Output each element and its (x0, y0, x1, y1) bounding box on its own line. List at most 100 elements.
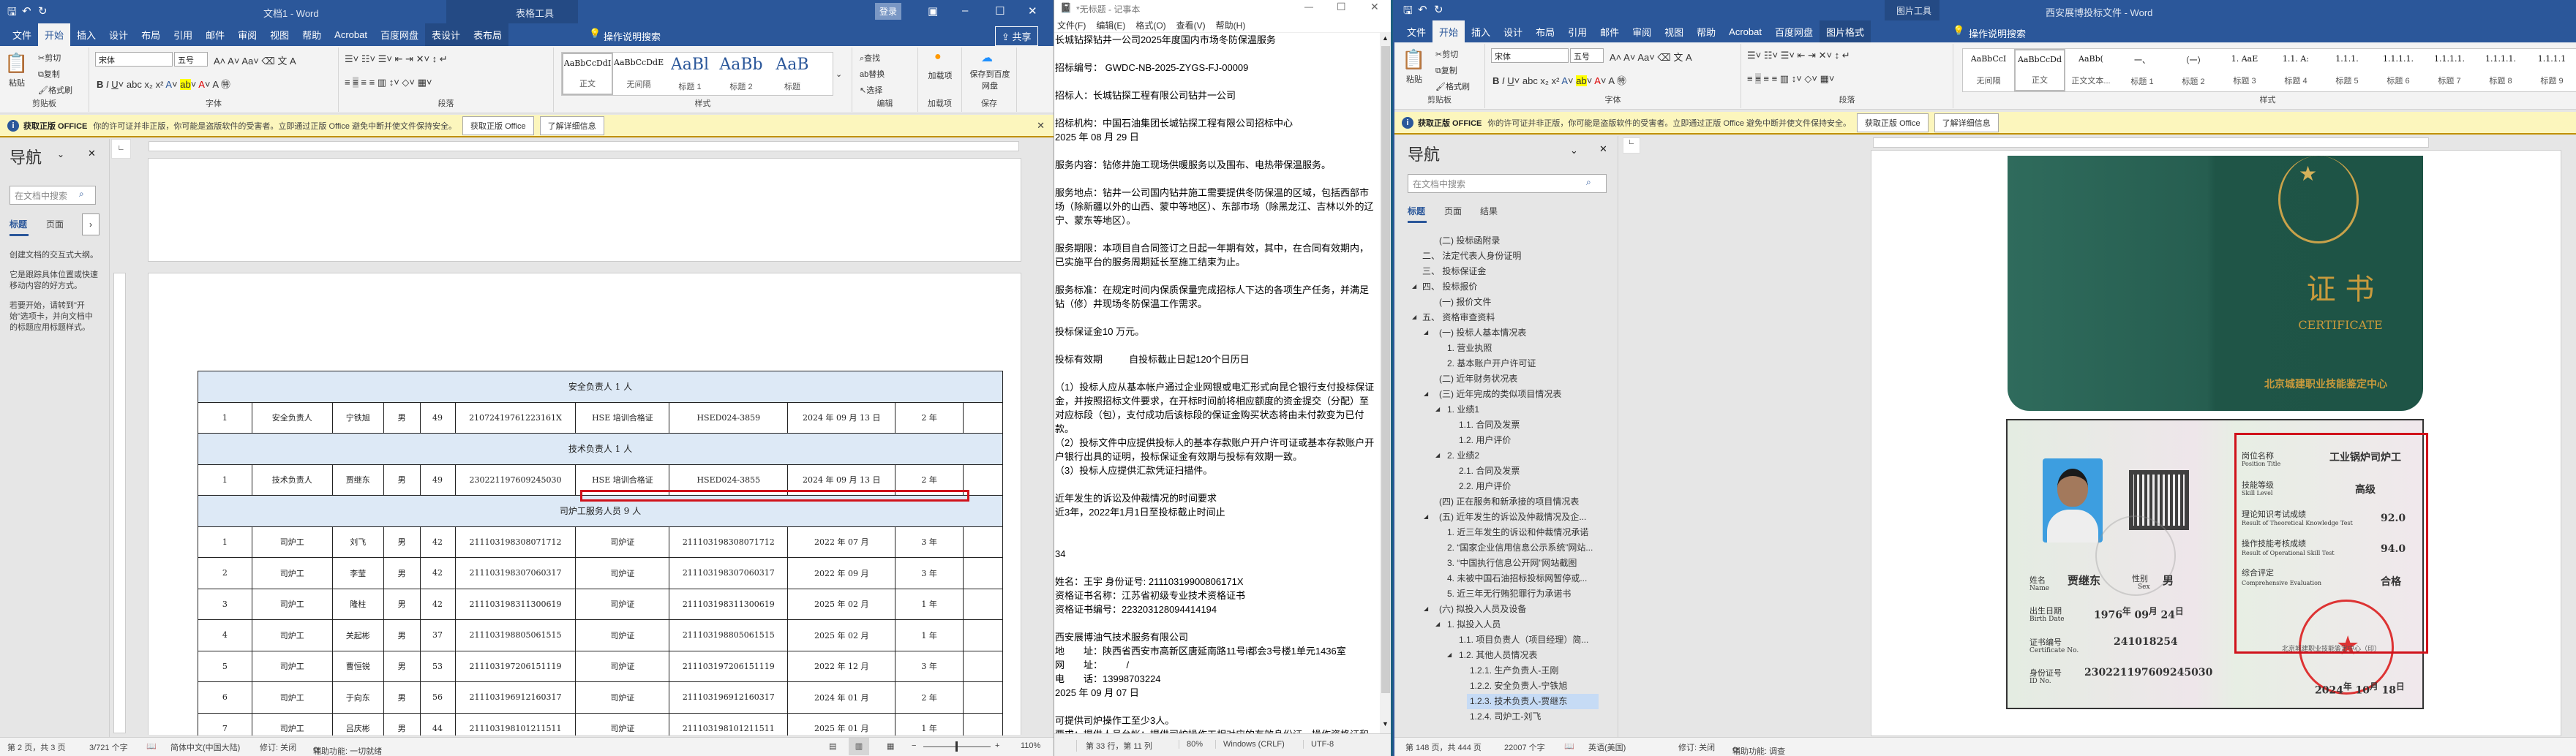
table-cell[interactable]: 42 (419, 557, 456, 589)
share-button[interactable]: ⇪ 共享 (995, 26, 1038, 46)
vertical-scrollbar[interactable]: ▲ ▼ (1380, 33, 1391, 733)
nav-heading-item[interactable]: 1.2. 用户评价 (1459, 433, 1511, 447)
table-cell[interactable]: 2024 年 01 月 (787, 681, 896, 714)
table-cell[interactable]: 3 年 (895, 650, 964, 682)
style-item[interactable]: AaBbCcI 无间隔 (1963, 49, 2014, 91)
tab-4[interactable]: 布局 (135, 23, 167, 46)
table-cell[interactable] (963, 650, 1003, 682)
sign-in-button[interactable]: 登录 (875, 3, 902, 20)
nav-heading-item[interactable]: 2. 业绩2 (1447, 448, 1479, 463)
table-cell[interactable]: 关起彬 (331, 619, 384, 651)
nav-heading-item[interactable]: (五) 近年发生的诉讼及仲裁情况及企... (1439, 510, 1586, 524)
close-pane-icon[interactable]: ✕ (88, 148, 96, 159)
style-item[interactable]: AaBbCcDdE 无间隔 (613, 53, 664, 95)
save-to-baidu-button[interactable]: 保存到百度网盘 (966, 68, 1013, 91)
certificate-cover-image[interactable]: ★ 证 书 CERTIFICATE 北京城建职业技能鉴定中心 (2008, 156, 2423, 411)
nav-heading-item[interactable]: 二、 法定代表人身份证明 (1422, 249, 1521, 263)
align-buttons[interactable]: ≡ ≡ ≡ ≡ ▥ ↕˅ ◇˅ ▦˅ (345, 77, 432, 88)
nav-heading-item[interactable]: 4. 未被中国石油招标投标网暂停或... (1447, 571, 1587, 586)
nav-heading-item[interactable]: (一) 投标人基本情况表 (1439, 325, 1526, 340)
table-cell[interactable]: 隆柱 (331, 588, 384, 620)
expand-arrow-icon[interactable]: ◢ (1447, 651, 1452, 658)
tab-pages[interactable]: 页面 (1444, 205, 1462, 217)
table-cell[interactable]: 司炉工 (251, 619, 333, 651)
page-count[interactable]: 第 2 页，共 3 页 (7, 741, 65, 753)
table-cell[interactable]: 司炉工 (251, 526, 333, 558)
zoom-out-icon[interactable]: − (912, 741, 916, 750)
table-cell[interactable]: 211103198805061515 (669, 619, 789, 651)
tab-5[interactable]: 引用 (167, 23, 199, 46)
table-cell[interactable] (963, 557, 1003, 589)
table-cell[interactable]: 37 (419, 619, 456, 651)
chevron-right-icon[interactable]: › (82, 213, 99, 235)
tab-13[interactable]: 表布局 (467, 23, 509, 46)
horizontal-ruler[interactable] (1873, 137, 2429, 148)
tab-0[interactable]: 文件 (6, 23, 38, 46)
nav-heading-item[interactable]: 2.1. 合同及发票 (1459, 464, 1520, 478)
menu-item[interactable]: 帮助(H) (1216, 19, 1246, 31)
align-buttons[interactable]: ≡ ≡ ≡ ≡ ▥ ↕˅ ◇˅ ▦˅ (1747, 73, 1834, 85)
table-cell[interactable]: 于向东 (331, 681, 384, 714)
tab-6[interactable]: 邮件 (1593, 20, 1626, 42)
track-changes-status[interactable]: 修订: 关闭 (260, 741, 296, 753)
table-cell[interactable]: 5 (198, 650, 252, 682)
tab-7[interactable]: 审阅 (1626, 20, 1658, 42)
learn-more-button[interactable]: 了解详细信息 (539, 116, 604, 135)
menu-item[interactable]: 编辑(E) (1096, 19, 1125, 31)
table-cell[interactable]: 49 (419, 464, 456, 496)
nav-heading-item[interactable]: 1.1. 项目负责人（项目经理）简... (1459, 632, 1588, 647)
tab-12[interactable]: 图片格式 (1819, 20, 1871, 42)
font-size-select[interactable]: 五号 (1570, 48, 1604, 63)
minimize-icon[interactable]: – (962, 4, 968, 17)
redo-icon[interactable]: ↻ (38, 4, 48, 18)
table-cell[interactable]: 3 年 (895, 557, 964, 589)
expand-arrow-icon[interactable]: ◢ (1412, 283, 1416, 290)
undo-icon[interactable]: ↶ (22, 4, 31, 18)
nav-heading-item[interactable]: (三) 近年完成的类似项目情况表 (1439, 387, 1561, 401)
table-cell[interactable]: 56 (419, 681, 456, 714)
table-cell[interactable]: 司炉工 (251, 650, 333, 682)
chevron-down-icon[interactable]: ⌄ (57, 149, 64, 159)
zoom-level[interactable]: 110% (1021, 741, 1040, 750)
list-buttons[interactable]: ☰˅ ☷˅ ☰˅ ⇤ ⇥ ✕˅ ↕ ↵ (345, 53, 448, 65)
get-genuine-button[interactable]: 获取正版 Office (462, 116, 534, 135)
tab-11[interactable]: 百度网盘 (374, 23, 425, 46)
font-tools-icons[interactable]: A˄ A˅ Aa˅ ⌫ 文 A (214, 53, 296, 67)
table-cell[interactable]: 211103197206151119 (454, 650, 577, 682)
nav-heading-item[interactable]: 1. 近三年发生的诉讼和仲裁情况承诺 (1447, 525, 1588, 540)
nav-heading-item[interactable]: 2. 基本账户开户许可证 (1447, 356, 1536, 371)
table-cell[interactable]: 211103198308071712 (669, 526, 789, 558)
nav-heading-item[interactable]: (四) 正在服务和新承接的项目情况表 (1439, 494, 1579, 509)
scroll-down-icon[interactable]: ▼ (1382, 720, 1389, 727)
style-item[interactable]: AaBb(正文文本... (2065, 49, 2117, 91)
chevron-down-icon[interactable]: ⌄ (1570, 145, 1578, 156)
style-item[interactable]: AaB 标题 (767, 53, 818, 95)
tell-me-search[interactable]: 操作说明搜索 (604, 29, 661, 43)
expand-arrow-icon[interactable]: ◢ (1435, 406, 1440, 412)
table-cell[interactable]: 司炉工 (251, 557, 333, 589)
table-cell[interactable]: 211103198805061515 (454, 619, 577, 651)
nav-heading-item[interactable]: 1. 营业执照 (1447, 341, 1492, 355)
table-cell[interactable]: 211103196912160317 (669, 681, 789, 714)
font-name-select[interactable]: 宋体 (95, 52, 173, 67)
word-count[interactable]: 3/721 个字 (89, 741, 128, 753)
table-cell[interactable]: 53 (419, 650, 456, 682)
table-cell[interactable]: 安全负责人 (251, 401, 333, 434)
table-cell[interactable]: 2022 年 12 月 (787, 650, 896, 682)
font-name-select[interactable]: 宋体 (1491, 48, 1569, 63)
tab-4[interactable]: 布局 (1529, 20, 1561, 42)
table-cell[interactable]: 42 (419, 526, 456, 558)
minimize-icon[interactable]: — (1304, 1, 1313, 12)
nav-heading-item[interactable]: 1.2.4. 司炉工-刘飞 (1470, 709, 1541, 724)
format-buttons[interactable]: B I U˅ abc x₂ x² A˅ ab˅ A˅ A ㊕ (1492, 73, 1626, 87)
table-cell[interactable]: 李莹 (331, 557, 384, 589)
get-genuine-button[interactable]: 获取正版 Office (1857, 113, 1929, 132)
close-infobar-icon[interactable]: ✕ (1037, 120, 1045, 132)
table-cell[interactable] (963, 619, 1003, 651)
nav-heading-item[interactable]: 3. “中国执行信息公开网”网站截图 (1447, 556, 1577, 570)
tab-10[interactable]: Acrobat (328, 23, 374, 46)
read-mode-icon[interactable]: ▤ (829, 741, 836, 751)
table-cell[interactable]: 211103196912160317 (454, 681, 577, 714)
tab-12[interactable]: 表设计 (424, 23, 467, 46)
table-cell[interactable]: 男 (383, 588, 421, 620)
